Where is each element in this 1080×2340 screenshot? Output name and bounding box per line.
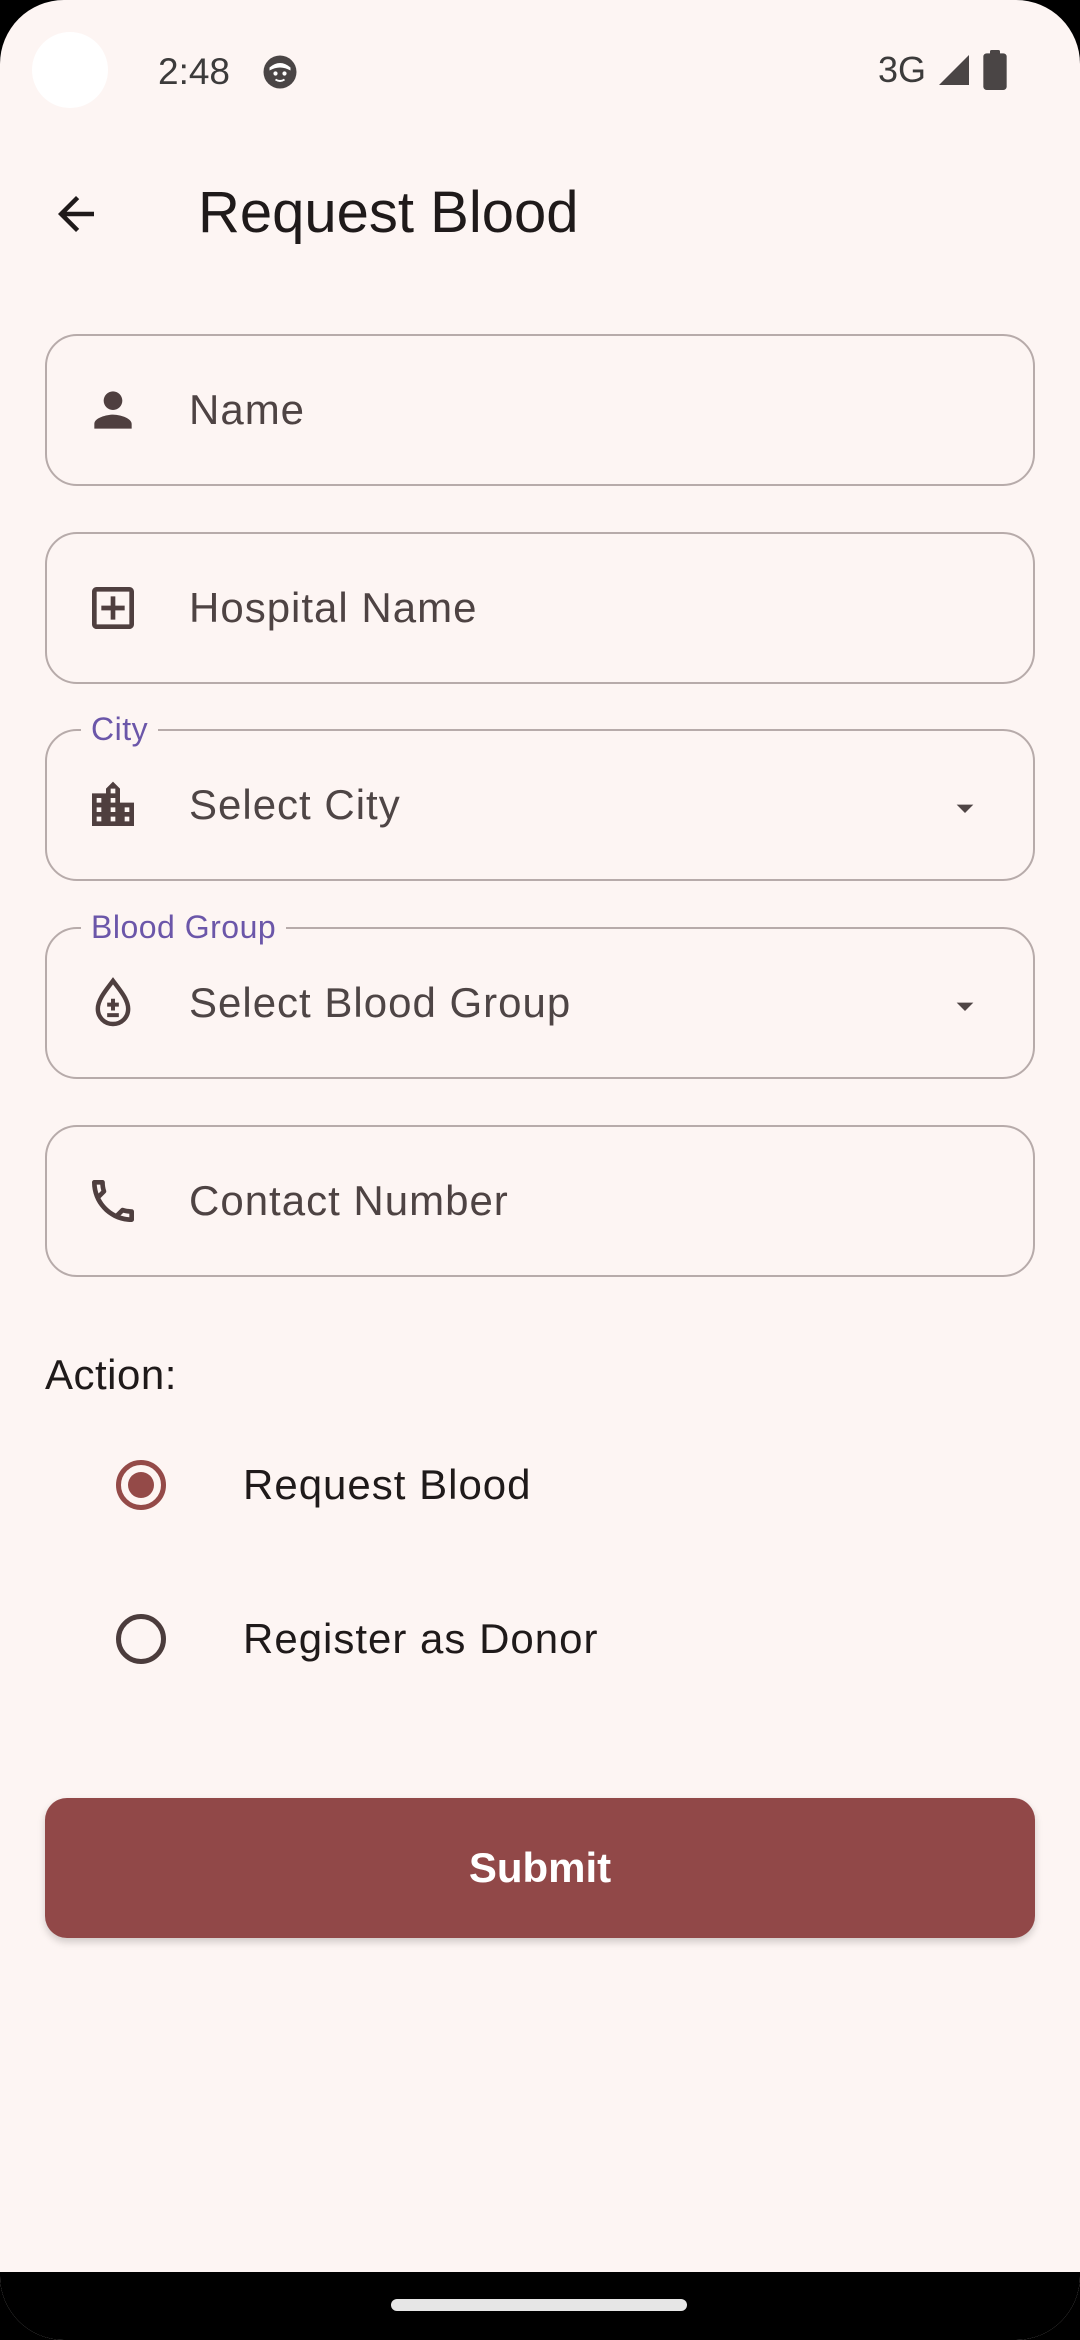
chevron-down-icon (945, 788, 985, 828)
battery-icon (983, 50, 1007, 90)
camera-cutout (32, 32, 108, 108)
city-dropdown[interactable]: City Select City (45, 707, 1035, 881)
chevron-down-icon (945, 986, 985, 1026)
city-selected-value: Select City (189, 780, 401, 828)
radio-register-donor[interactable]: Register as Donor (90, 1584, 990, 1694)
screen: 2:48 3G Request Blood Name Hospital Name… (0, 0, 1080, 2340)
app-bar: Request Blood (0, 160, 1080, 260)
contact-number-field[interactable]: Contact Number (45, 1125, 1035, 1277)
contact-number-placeholder: Contact Number (189, 1176, 509, 1224)
hospital-name-placeholder: Hospital Name (189, 583, 478, 631)
blood-group-selected-value: Select Blood Group (189, 978, 572, 1026)
notification-face-icon (263, 55, 297, 89)
blood-group-dropdown[interactable]: Blood Group Select Blood Group (45, 905, 1035, 1079)
status-bar: 2:48 3G (0, 0, 1080, 140)
network-type: 3G (877, 49, 926, 90)
hospital-cross-icon (81, 576, 145, 640)
city-label: City (81, 707, 159, 751)
arrow-left-icon (58, 196, 94, 232)
back-button[interactable] (36, 174, 116, 254)
city-buildings-icon (81, 773, 145, 837)
name-placeholder: Name (189, 385, 306, 433)
home-gesture-handle[interactable] (391, 2299, 687, 2311)
radio-button-checked[interactable] (116, 1460, 166, 1510)
radio-label: Request Blood (243, 1461, 532, 1508)
submit-button[interactable]: Submit (45, 1798, 1035, 1938)
radio-label: Register as Donor (243, 1615, 599, 1662)
radio-button-unchecked[interactable] (116, 1614, 166, 1664)
action-label: Action: (45, 1351, 177, 1398)
signal-icon (939, 55, 969, 85)
status-time: 2:48 (158, 51, 231, 92)
name-field[interactable]: Name (45, 334, 1035, 486)
blood-drop-icon (81, 971, 145, 1035)
radio-request-blood[interactable]: Request Blood (90, 1430, 990, 1540)
page-title: Request Blood (198, 180, 579, 245)
hospital-name-field[interactable]: Hospital Name (45, 532, 1035, 684)
status-right: 3G (878, 46, 1008, 94)
person-icon (81, 378, 145, 442)
phone-icon (81, 1169, 145, 1233)
